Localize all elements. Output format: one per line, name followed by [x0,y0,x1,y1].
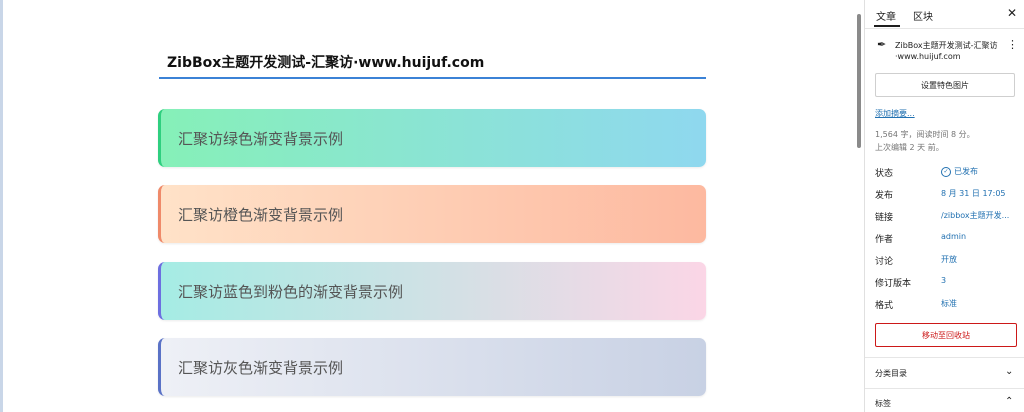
meta-key: 状态 [875,169,894,179]
meta-row-link: 链接 /zibbox主题开发... [875,210,1024,224]
publish-date-link[interactable]: 8 月 31 日 17:05 [941,188,1006,199]
set-featured-image-button[interactable]: 设置特色图片 [875,73,1015,97]
feather-icon: ✒ [877,38,887,51]
post-stats: 1,564 字，阅读时间 8 分。 上次编辑 2 天 前。 [875,128,975,154]
sidebar-tabs: 文章 区块 ✕ [865,0,1024,28]
meta-key: 格式 [875,301,894,311]
panel-label: 标签 [875,399,891,408]
panel-categories[interactable]: 分类目录 [875,368,1017,379]
status-value[interactable]: ✓ 已发布 [941,166,978,177]
panel-label: 分类目录 [875,369,907,378]
gradient-block-blue-pink[interactable]: 汇聚访蓝色到粉色的渐变背景示例 [158,262,706,320]
format-link[interactable]: 标准 [941,298,957,309]
meta-row-publish: 发布 8 月 31 日 17:05 [875,188,1024,202]
word-count: 1,564 字，阅读时间 8 分。 [875,130,975,139]
meta-key: 修订版本 [875,279,912,289]
chevron-up-icon[interactable]: ⌃ [1005,396,1013,407]
divider [865,357,1024,358]
gradient-block-orange[interactable]: 汇聚访橙色渐变背景示例 [158,185,706,243]
status-text: 已发布 [954,167,978,176]
close-icon[interactable]: ✕ [1007,6,1017,20]
meta-key: 链接 [875,213,894,223]
check-circle-icon: ✓ [941,166,951,177]
meta-key: 讨论 [875,257,894,267]
settings-sidebar: 文章 区块 ✕ ✒ ZibBox主题开发测试-汇聚访·www.huijuf.co… [864,0,1024,412]
chevron-down-icon[interactable]: ⌄ [1005,366,1013,377]
meta-key: 发布 [875,191,894,201]
panel-tags[interactable]: 标签 [875,398,1017,409]
gradient-block-green[interactable]: 汇聚访绿色渐变背景示例 [158,109,706,167]
tab-block[interactable]: 区块 [913,8,933,23]
editor-canvas: ZibBox主题开发测试-汇聚访·www.huijuf.com 汇聚访绿色渐变背… [3,0,850,412]
meta-row-revisions: 修订版本 3 [875,276,1024,290]
divider [865,388,1024,389]
post-title-field[interactable]: ZibBox主题开发测试-汇聚访·www.huijuf.com [167,52,484,72]
active-tab-indicator [874,25,900,27]
meta-row-discussion: 讨论 开放 [875,254,1024,268]
title-underline [159,77,706,79]
canvas-scrollbar-thumb[interactable] [857,14,861,148]
more-options-icon[interactable]: ⋮ [1007,38,1018,51]
move-to-trash-button[interactable]: 移动至回收站 [875,323,1017,347]
divider [865,28,1024,29]
add-excerpt-link[interactable]: 添加摘要... [875,108,915,119]
meta-row-author: 作者 admin [875,232,1024,246]
last-edited: 上次编辑 2 天 前。 [875,143,944,152]
meta-key: 作者 [875,235,894,245]
author-link[interactable]: admin [941,232,966,241]
meta-row-format: 格式 标准 [875,298,1024,312]
tab-post[interactable]: 文章 [876,8,896,23]
permalink-link[interactable]: /zibbox主题开发... [941,210,1009,221]
sidebar-post-title: ZibBox主题开发测试-汇聚访·www.huijuf.com [895,41,998,61]
meta-row-status: 状态 ✓ 已发布 [875,166,1024,180]
discussion-link[interactable]: 开放 [941,254,957,265]
revisions-link[interactable]: 3 [941,276,946,285]
gradient-block-gray[interactable]: 汇聚访灰色渐变背景示例 [158,338,706,396]
